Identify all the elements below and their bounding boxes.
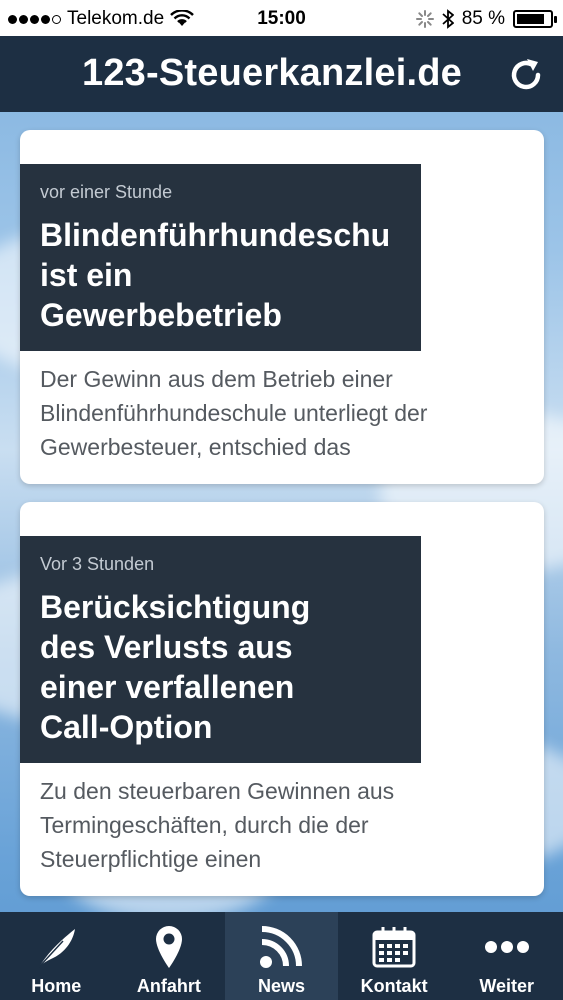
- calendar-icon: [370, 924, 418, 970]
- headline-box: Vor 3 Stunden Berücksichtigung des Verlu…: [20, 536, 421, 763]
- map-pin-icon: [145, 924, 193, 970]
- news-teaser: Der Gewinn aus dem Betrieb einer Blinden…: [40, 366, 428, 460]
- tab-label: Kontakt: [360, 976, 428, 996]
- signal-strength-icon: [8, 14, 61, 24]
- tab-label: Weiter: [479, 976, 535, 996]
- news-title: Blindenführhundeschu ist ein Gewerbebetr…: [40, 217, 391, 333]
- battery-level: [517, 14, 545, 24]
- more-icon: [483, 924, 531, 970]
- news-teaser: Zu den steuerbaren Gewinnen aus Terminge…: [40, 778, 395, 872]
- app-title: 123-Steuerkanzlei.de: [82, 52, 462, 94]
- tab-weiter[interactable]: Weiter: [450, 912, 563, 1000]
- wifi-icon: [170, 10, 195, 26]
- battery-percent: 85 %: [461, 8, 505, 29]
- tab-home[interactable]: Home: [0, 912, 113, 1000]
- tab-bar: Home Anfahrt News Kontakt Weiter: [0, 912, 563, 1000]
- tab-anfahrt[interactable]: Anfahrt: [113, 912, 226, 1000]
- carrier-info: Telekom.de: [8, 8, 195, 30]
- news-title: Berücksichtigung des Verlusts aus einer …: [40, 589, 311, 745]
- app-header: 123-Steuerkanzlei.de: [0, 36, 563, 112]
- tab-label: News: [257, 976, 305, 996]
- tab-news[interactable]: News: [225, 912, 338, 1000]
- rss-icon: [257, 924, 305, 970]
- bluetooth-icon: [442, 9, 454, 29]
- news-feed[interactable]: vor einer Stunde Blindenführhundeschu is…: [0, 112, 563, 912]
- refresh-icon: [511, 59, 541, 90]
- tab-label: Home: [31, 976, 82, 996]
- status-bar: Telekom.de 15:00 85 %: [0, 0, 563, 36]
- news-card[interactable]: Vor 3 Stunden Berücksichtigung des Verlu…: [20, 502, 544, 896]
- refresh-button[interactable]: [507, 56, 545, 94]
- carrier-name: Telekom.de: [67, 8, 165, 29]
- tab-label: Anfahrt: [136, 976, 201, 996]
- activity-spinner-icon: [415, 10, 434, 28]
- news-timestamp: Vor 3 Stunden: [40, 554, 155, 574]
- system-indicators: 85 %: [415, 8, 557, 30]
- battery-icon: [513, 10, 557, 28]
- news-timestamp: vor einer Stunde: [40, 182, 173, 202]
- feather-icon: [32, 924, 80, 970]
- headline-box: vor einer Stunde Blindenführhundeschu is…: [20, 164, 421, 351]
- tab-kontakt[interactable]: Kontakt: [338, 912, 451, 1000]
- news-card[interactable]: vor einer Stunde Blindenführhundeschu is…: [20, 130, 544, 484]
